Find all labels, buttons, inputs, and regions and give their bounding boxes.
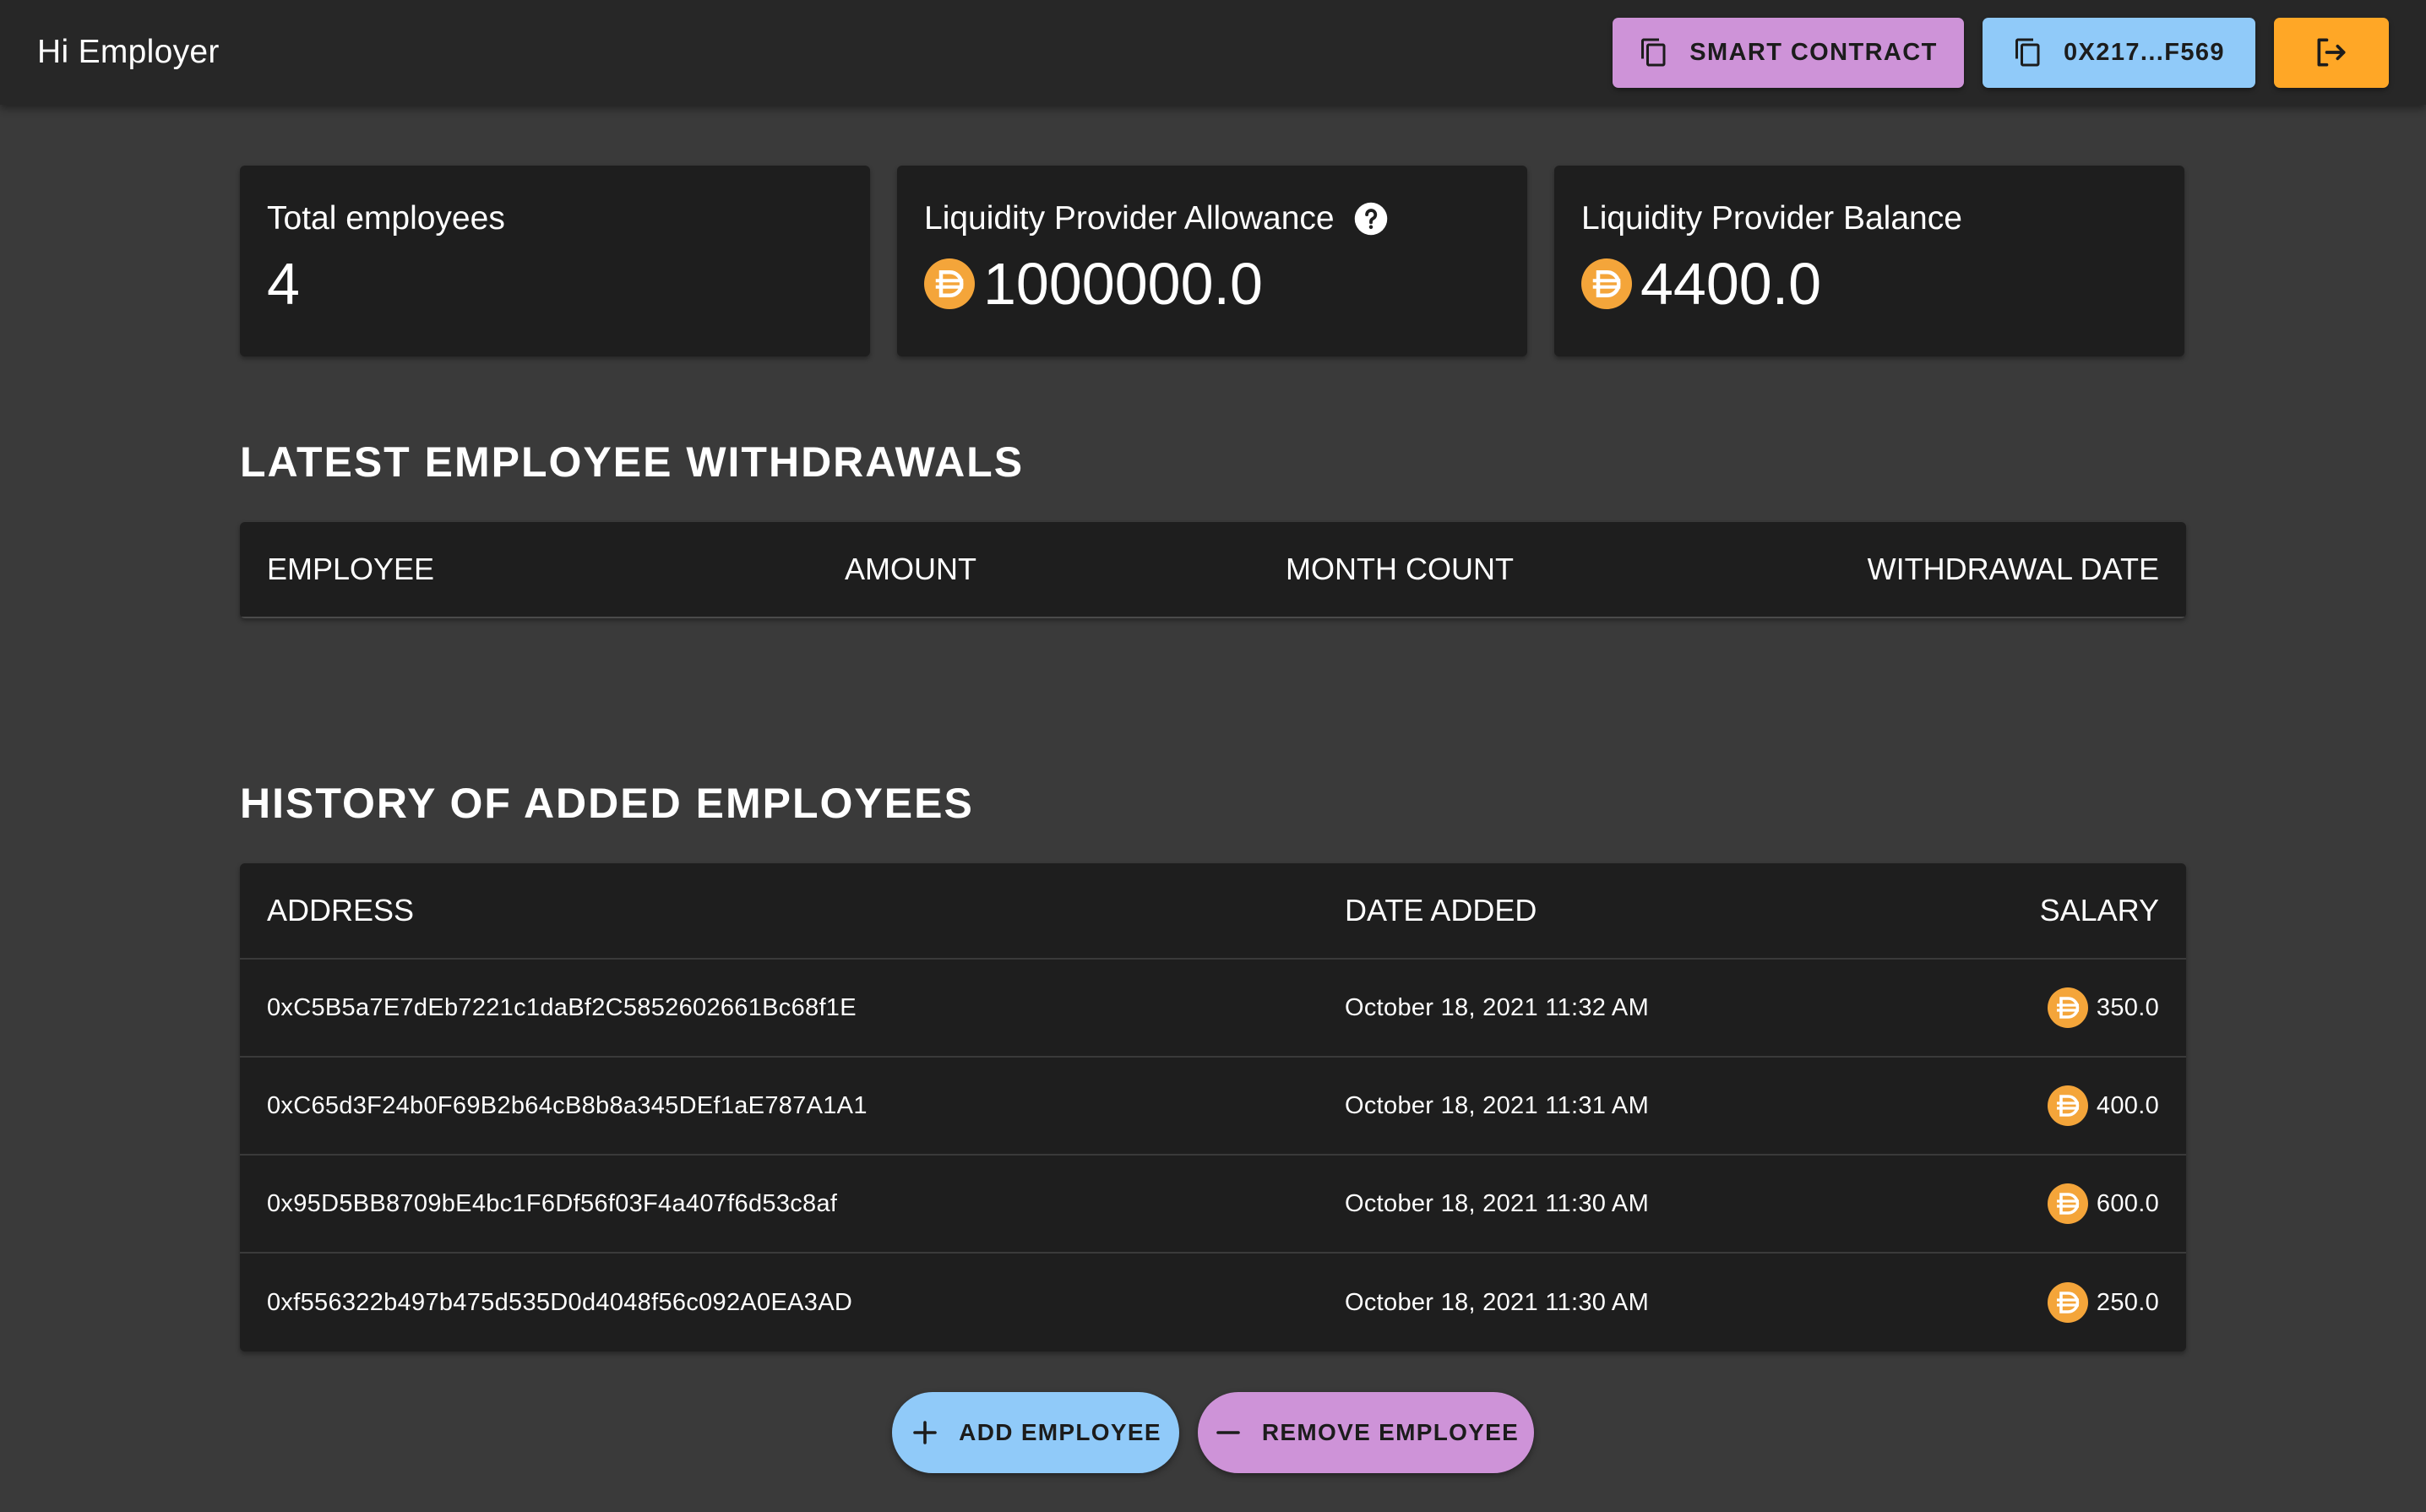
date-added: October 18, 2021 11:31 AM: [1345, 1091, 1650, 1119]
allowance-label: Liquidity Provider Allowance: [924, 200, 1335, 237]
table-row: 0xf556322b497b475d535D0d4048f56c092A0EA3…: [240, 1254, 2186, 1352]
remove-employee-button[interactable]: REMOVE EMPLOYEE: [1198, 1392, 1534, 1473]
balance-value-row: 4400.0: [1581, 250, 2157, 318]
add-employee-button[interactable]: ADD EMPLOYEE: [892, 1392, 1179, 1473]
table-row: 0xC65d3F24b0F69B2b64cB8b8a345DEf1aE787A1…: [240, 1058, 2186, 1156]
dai-coin-icon: [2047, 987, 2088, 1028]
employee-address: 0xC65d3F24b0F69B2b64cB8b8a345DEf1aE787A1…: [267, 1091, 868, 1119]
employee-address: 0xC5B5a7E7dEb7221c1daBf2C5852602661Bc68f…: [267, 993, 857, 1021]
allowance-value-row: 1000000.0: [924, 250, 1500, 318]
salary-cell: 400.0: [2047, 1085, 2159, 1126]
minus-icon: [1216, 1431, 1240, 1434]
employee-address: 0x95D5BB8709bE4bc1F6Df56f03F4a407f6d53c8…: [267, 1189, 838, 1217]
date-added: October 18, 2021 11:30 AM: [1345, 1189, 1650, 1217]
withdrawals-title: LATEST EMPLOYEE WITHDRAWALS: [240, 438, 1025, 486]
column-header-employee: EMPLOYEE: [267, 552, 435, 586]
logout-button[interactable]: [2274, 17, 2389, 88]
salary-value: 400.0: [2096, 1091, 2159, 1119]
salary-value: 250.0: [2096, 1288, 2159, 1316]
help-icon[interactable]: [1353, 201, 1389, 237]
salary-value: 600.0: [2096, 1189, 2159, 1217]
balance-card: Liquidity Provider Balance 4400.0: [1554, 166, 2184, 356]
allowance-card: Liquidity Provider Allowance 1000000.0: [897, 166, 1527, 356]
greeting-text: Hi Employer: [37, 34, 220, 70]
column-header-date-added: DATE ADDED: [1345, 893, 1537, 927]
logout-icon: [2317, 38, 2346, 67]
history-table-header: ADDRESS DATE ADDED SALARY: [240, 863, 2186, 960]
salary-value: 350.0: [2096, 993, 2159, 1021]
total-employees-card: Total employees 4: [240, 166, 870, 356]
copy-wallet-address-button[interactable]: 0X217...F569: [1983, 17, 2255, 88]
dai-coin-icon: [2047, 1183, 2088, 1224]
date-added: October 18, 2021 11:30 AM: [1345, 1288, 1650, 1316]
withdrawals-table: EMPLOYEE AMOUNT MONTH COUNT WITHDRAWAL D…: [240, 522, 2186, 618]
history-title: HISTORY OF ADDED EMPLOYEES: [240, 780, 974, 827]
add-employee-label: ADD EMPLOYEE: [959, 1419, 1161, 1445]
total-employees-value-row: 4: [267, 250, 843, 318]
balance-value: 4400.0: [1640, 251, 1822, 317]
column-header-address: ADDRESS: [267, 893, 415, 927]
column-header-withdrawal-date: WITHDRAWAL DATE: [1867, 552, 2159, 586]
column-header-amount: AMOUNT: [845, 552, 976, 586]
copy-smart-contract-button[interactable]: SMART CONTRACT: [1613, 17, 1964, 88]
remove-employee-label: REMOVE EMPLOYEE: [1261, 1419, 1520, 1445]
plus-icon: [913, 1421, 937, 1444]
top-actions: SMART CONTRACT 0X217...F569: [1613, 17, 2389, 88]
history-table: ADDRESS DATE ADDED SALARY 0xC5B5a7E7dEb7…: [240, 863, 2186, 1352]
allowance-value: 1000000.0: [983, 251, 1263, 317]
date-added: October 18, 2021 11:32 AM: [1345, 993, 1650, 1021]
balance-label: Liquidity Provider Balance: [1581, 200, 1962, 237]
employee-actions: ADD EMPLOYEE REMOVE EMPLOYEE: [240, 1392, 2186, 1473]
dai-coin-icon: [1581, 258, 1632, 309]
total-employees-value: 4: [267, 251, 300, 317]
dai-coin-icon: [2047, 1085, 2088, 1126]
column-header-salary: SALARY: [2039, 893, 2159, 927]
withdrawals-table-header: EMPLOYEE AMOUNT MONTH COUNT WITHDRAWAL D…: [240, 522, 2186, 618]
wallet-address-label: 0X217...F569: [2064, 38, 2225, 66]
salary-cell: 250.0: [2047, 1282, 2159, 1323]
smart-contract-label: SMART CONTRACT: [1689, 38, 1938, 66]
table-row: 0x95D5BB8709bE4bc1F6Df56f03F4a407f6d53c8…: [240, 1156, 2186, 1254]
copy-icon: [1641, 38, 1666, 67]
copy-icon: [2015, 38, 2040, 67]
salary-cell: 600.0: [2047, 1183, 2159, 1224]
app-bar: Hi Employer SMART CONTRACT 0X217...F569: [0, 0, 2426, 105]
dai-coin-icon: [924, 258, 975, 309]
allowance-title: Liquidity Provider Allowance: [924, 199, 1500, 238]
salary-cell: 350.0: [2047, 987, 2159, 1028]
main-content: Total employees 4 Liquidity Provider All…: [240, 166, 2186, 1473]
table-row: 0xC5B5a7E7dEb7221c1daBf2C5852602661Bc68f…: [240, 960, 2186, 1058]
column-header-month-count: MONTH COUNT: [1286, 552, 1514, 586]
total-employees-label: Total employees: [267, 200, 505, 237]
stats-cards: Total employees 4 Liquidity Provider All…: [240, 166, 2186, 356]
employee-address: 0xf556322b497b475d535D0d4048f56c092A0EA3…: [267, 1288, 853, 1316]
dai-coin-icon: [2047, 1282, 2088, 1323]
